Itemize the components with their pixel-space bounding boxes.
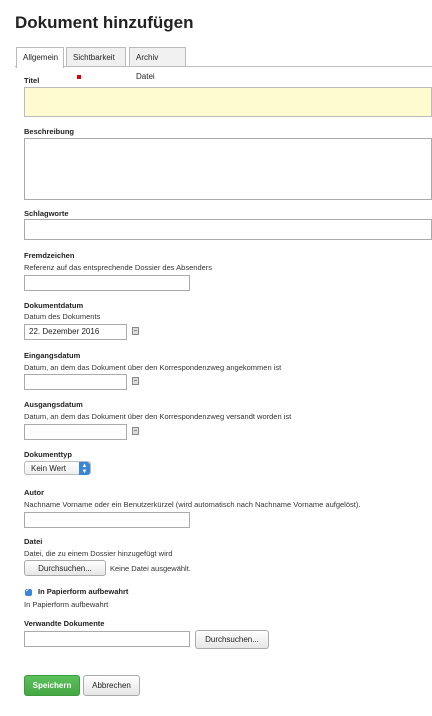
autor-input[interactable] bbox=[24, 512, 190, 528]
titel-input[interactable] bbox=[24, 87, 432, 117]
dokumentdatum-help: Datum des Dokuments bbox=[24, 312, 101, 321]
ausgangsdatum-label: Ausgangsdatum bbox=[24, 400, 83, 409]
tab-sichtbarkeit-label: Sichtbarkeit bbox=[73, 53, 115, 62]
datei-status: Keine Datei ausgewählt. bbox=[110, 564, 191, 573]
ausgangsdatum-help: Datum, an dem das Dokument über den Korr… bbox=[24, 412, 292, 421]
papierform-help: In Papierform aufbewahrt bbox=[24, 600, 109, 609]
tab-archiv-datei[interactable]: Archiv Datei bbox=[129, 47, 186, 81]
eingangsdatum-help: Datum, an dem das Dokument über den Korr… bbox=[24, 363, 282, 372]
schlagworte-label: Schlagworte bbox=[24, 209, 69, 218]
tab-allgemein[interactable]: Allgemein bbox=[16, 47, 64, 68]
cancel-button[interactable]: Abbrechen bbox=[83, 675, 140, 696]
fremdzeichen-input[interactable] bbox=[24, 275, 190, 291]
papierform-label: In Papierform aufbewahrt bbox=[38, 587, 129, 596]
save-button[interactable]: Speichern bbox=[24, 675, 80, 696]
eingangsdatum-input[interactable] bbox=[24, 374, 127, 390]
verwandte-input[interactable] bbox=[24, 631, 190, 647]
autor-label: Autor bbox=[24, 488, 44, 497]
datei-help: Datei, die zu einem Dossier hinzugefügt … bbox=[24, 549, 173, 558]
verwandte-label: Verwandte Dokumente bbox=[24, 619, 105, 628]
ausgangsdatum-input[interactable] bbox=[24, 424, 127, 440]
dokumenttyp-selected-value: Kein Wert bbox=[31, 464, 66, 473]
dokumentdatum-input[interactable]: 22. Dezember 2016 bbox=[24, 324, 127, 340]
datei-label: Datei bbox=[24, 537, 43, 546]
tab-allgemein-label: Allgemein bbox=[23, 53, 59, 62]
unsaved-marker-icon bbox=[77, 74, 81, 79]
titel-label: Titel bbox=[24, 76, 40, 85]
eingangsdatum-label: Eingangsdatum bbox=[24, 351, 81, 360]
calendar-icon[interactable] bbox=[132, 427, 139, 435]
fremdzeichen-help: Referenz auf das entsprechende Dossier d… bbox=[24, 263, 213, 272]
verwandte-browse-button[interactable]: Durchsuchen... bbox=[195, 630, 269, 649]
page-title: Dokument hinzufügen bbox=[15, 13, 194, 32]
select-arrows-icon: ▲ ▼ bbox=[79, 462, 90, 475]
dokumenttyp-select[interactable]: Kein Wert ▲ ▼ bbox=[24, 461, 91, 475]
tab-archiv-datei-label: Archiv Datei bbox=[136, 53, 159, 81]
tab-sichtbarkeit[interactable]: Sichtbarkeit bbox=[66, 47, 126, 79]
dokumenttyp-label: Dokumenttyp bbox=[24, 450, 72, 459]
papierform-checkbox[interactable] bbox=[25, 586, 32, 596]
calendar-icon[interactable] bbox=[132, 327, 139, 335]
autor-help: Nachname Vorname oder ein Benutzerkürzel… bbox=[24, 500, 361, 509]
beschreibung-textarea[interactable] bbox=[24, 138, 432, 200]
fremdzeichen-label: Fremdzeichen bbox=[24, 251, 75, 260]
datei-browse-button[interactable]: Durchsuchen... bbox=[24, 560, 106, 576]
beschreibung-label: Beschreibung bbox=[24, 127, 75, 136]
schlagworte-input[interactable] bbox=[24, 219, 432, 240]
dokumentdatum-label: Dokumentdatum bbox=[24, 301, 84, 310]
calendar-icon[interactable] bbox=[132, 377, 139, 385]
